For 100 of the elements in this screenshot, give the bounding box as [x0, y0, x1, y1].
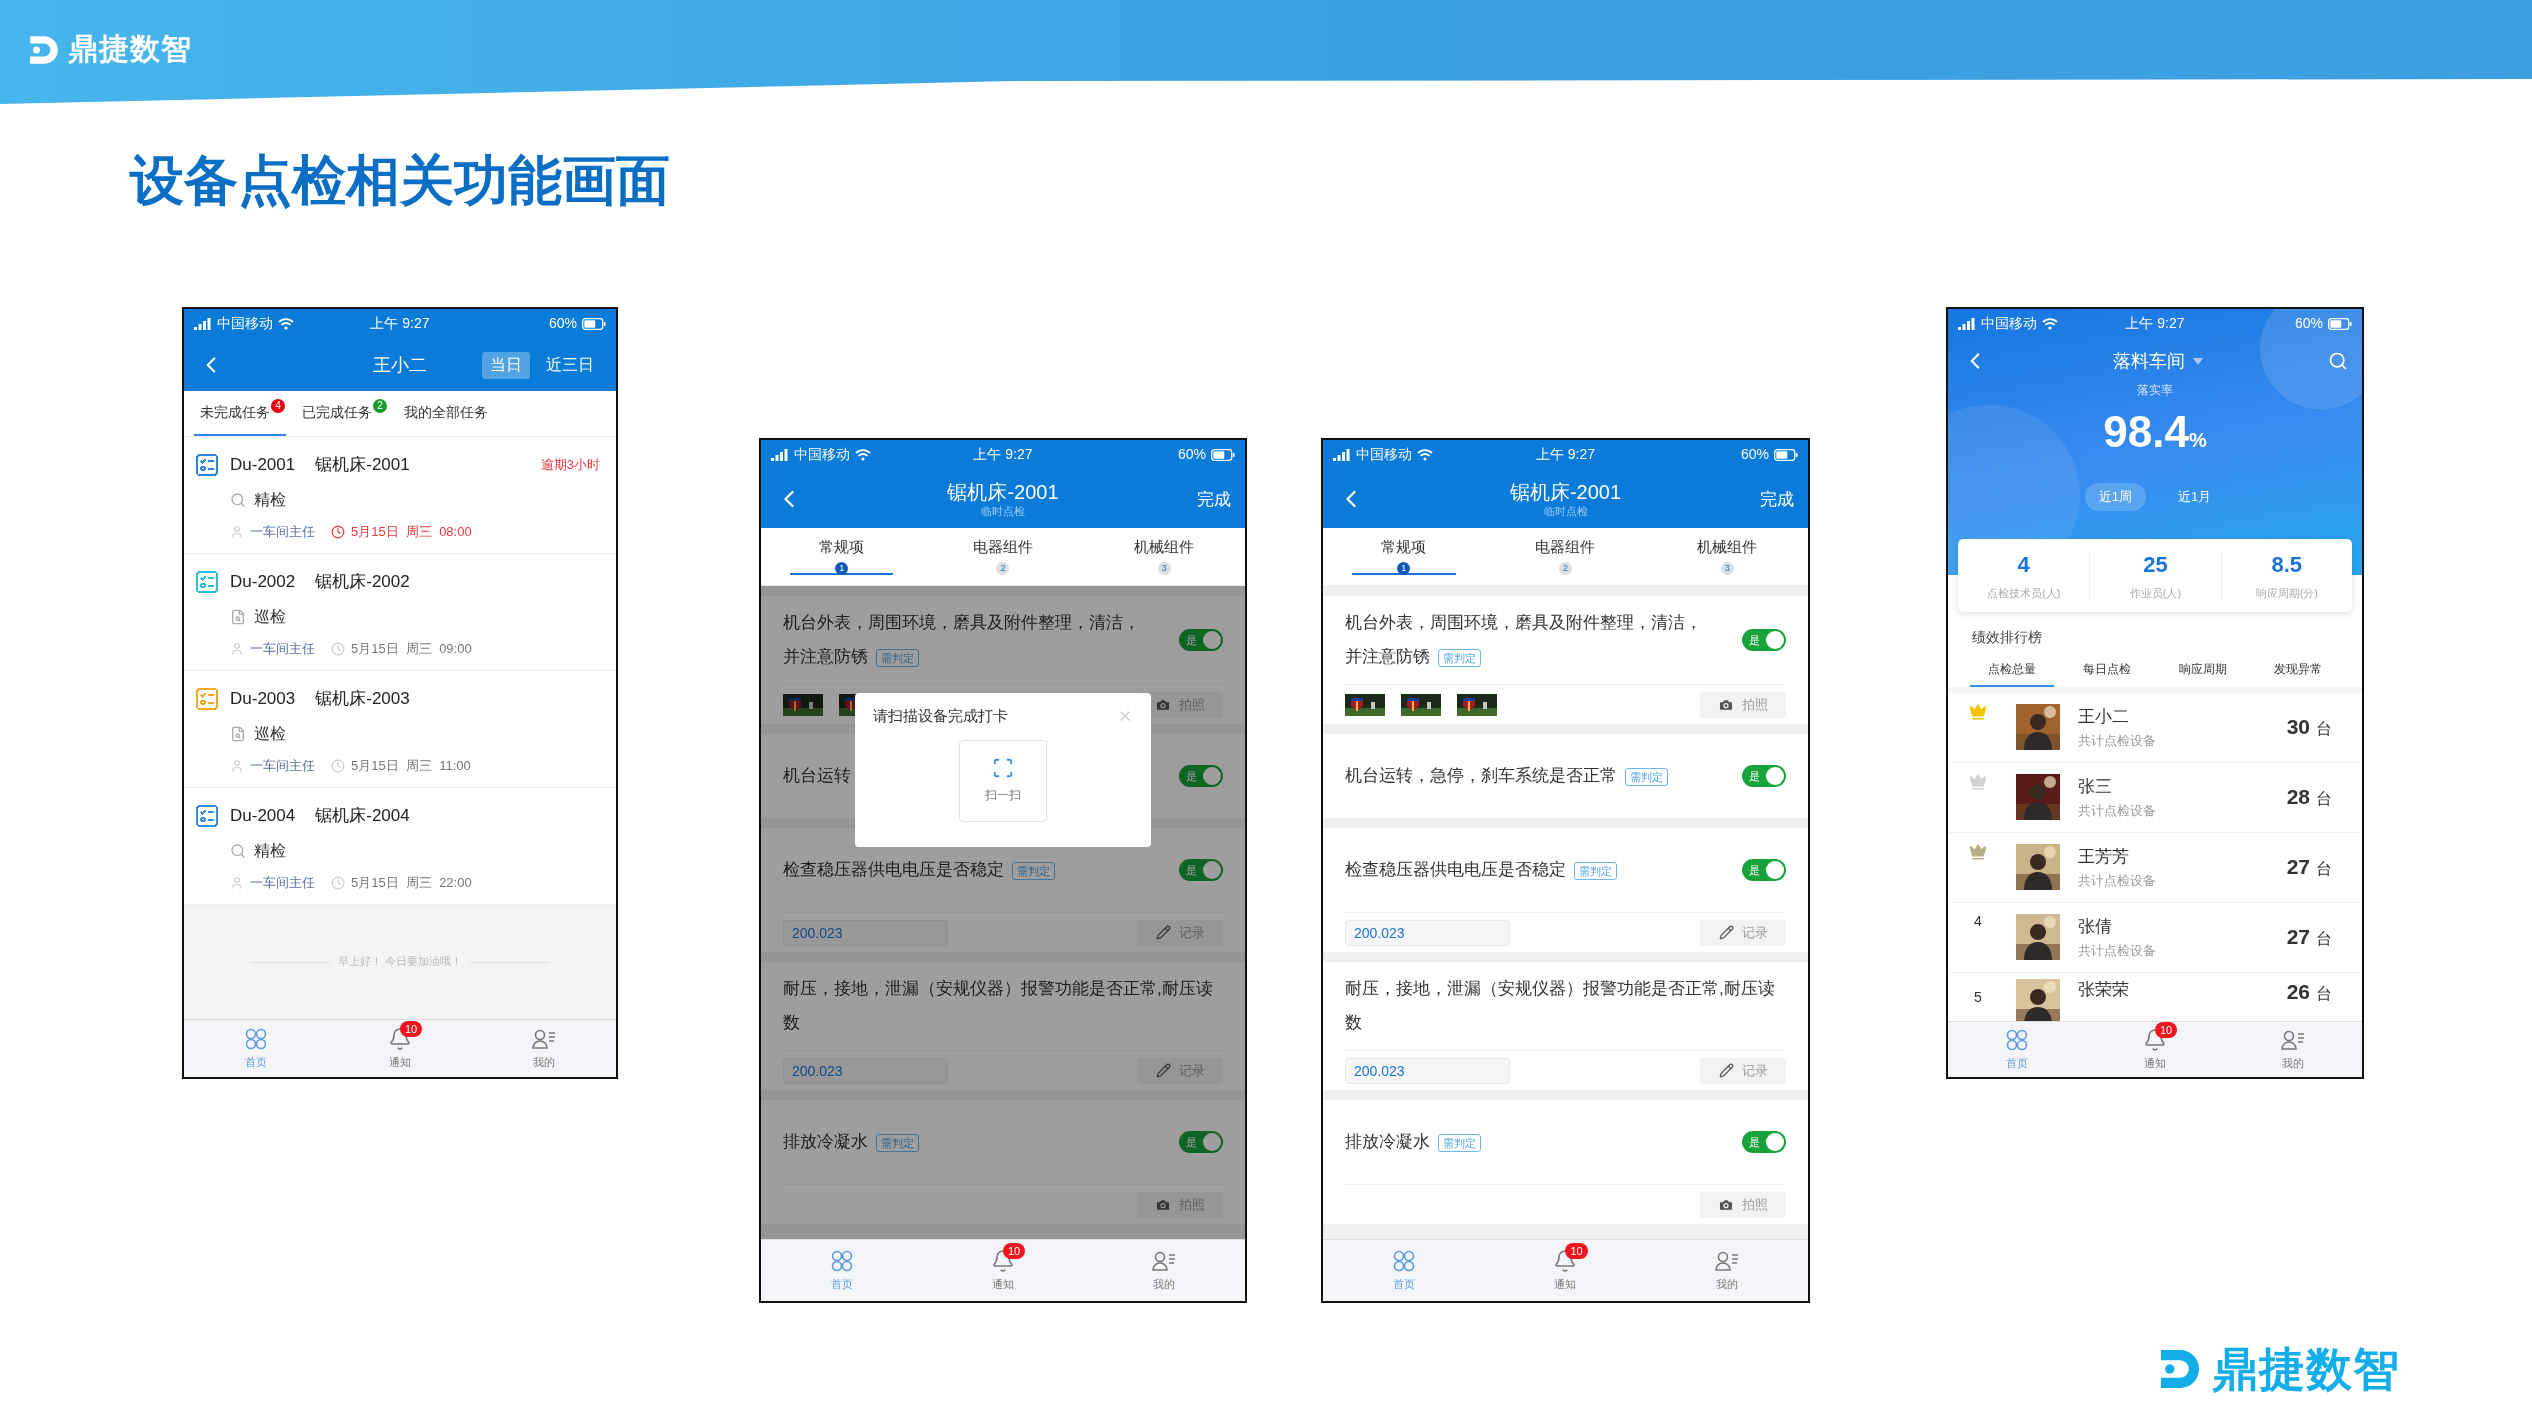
person-icon: [230, 875, 244, 890]
check-item-text: 检查稳压器供电电压是否稳定 需判定: [783, 853, 1055, 887]
check-item-text: 排放冷凝水 需判定: [783, 1125, 919, 1159]
tab-bar-item[interactable]: 我的: [472, 1020, 616, 1077]
inspection-type: 精检: [254, 840, 286, 861]
check-item-text: 排放冷凝水 需判定: [1345, 1125, 1481, 1159]
done-button[interactable]: 完成: [1760, 487, 1794, 511]
record-button[interactable]: 记录: [1700, 1057, 1786, 1084]
row-caption: 共计点检设备: [2078, 732, 2157, 749]
device-count: 30: [2286, 714, 2310, 741]
task-tab[interactable]: 已完成任务 2: [296, 391, 388, 436]
done-button[interactable]: 完成: [1197, 487, 1231, 511]
scan-button[interactable]: 扫一扫: [959, 739, 1047, 822]
reading-field[interactable]: 200.023: [783, 919, 948, 946]
inspection-type: 巡检: [254, 723, 286, 744]
profile-icon: [531, 1027, 557, 1051]
ranking-tab[interactable]: 每日点检: [2065, 654, 2149, 687]
search-button[interactable]: [2328, 351, 2348, 371]
check-item-text: 机台外表，周围环境，磨具及附件整理，清洁，并注意防锈 需判定: [1345, 612, 1703, 669]
battery-percent: 60%: [2294, 315, 2323, 333]
rate-value: 98.4: [2103, 406, 2189, 458]
count-unit: 台: [2316, 719, 2332, 740]
person-icon: [230, 524, 244, 539]
tab-bar-item[interactable]: 首页: [761, 1240, 923, 1301]
owner-name: 一车间主任: [250, 874, 315, 892]
machine-name: 锯机床-2001: [315, 454, 410, 476]
yes-toggle[interactable]: 是: [1179, 859, 1223, 881]
person-name: 张荣荣: [2078, 978, 2130, 1000]
ranking-tab[interactable]: 发现异常: [2256, 654, 2340, 687]
dropdown-icon[interactable]: [2193, 357, 2203, 365]
tab-bar-item[interactable]: 首页: [184, 1020, 328, 1077]
task-card[interactable]: Du-2003 锯机床-2003 巡检 一车间主任 5月15日 周三 11:00: [184, 671, 616, 788]
ranking-tab[interactable]: 响应周期: [2161, 654, 2245, 687]
home-icon: [1391, 1249, 1416, 1273]
pencil-icon: [1718, 1063, 1734, 1078]
step-tab[interactable]: 电器组件 2: [922, 528, 1084, 585]
tab-bar-item[interactable]: 首页: [1323, 1240, 1485, 1301]
clock-icon: [331, 524, 345, 539]
logo-icon: [28, 34, 60, 66]
wifi-icon: [2042, 318, 2058, 330]
device-count: 26: [2286, 978, 2310, 1005]
record-button[interactable]: 记录: [1700, 919, 1786, 946]
camera-icon: [1718, 696, 1734, 713]
logo-icon: [2158, 1347, 2202, 1391]
step-tab[interactable]: 机械组件 3: [1083, 528, 1245, 585]
yes-toggle[interactable]: 是: [1742, 1131, 1786, 1153]
period-tab[interactable]: 近1月: [2164, 483, 2226, 511]
reading-field[interactable]: 200.023: [783, 1057, 948, 1084]
clock-icon: [331, 641, 345, 656]
signal-icon: [1333, 449, 1351, 461]
photo-button[interactable]: 拍照: [1700, 1191, 1786, 1218]
signal-icon: [194, 318, 212, 330]
step-tab[interactable]: 电器组件 2: [1484, 528, 1647, 585]
notification-badge: 10: [400, 1021, 423, 1037]
tab-bar-item[interactable]: 我的: [1083, 1240, 1245, 1301]
tab-bar-item[interactable]: 10 通知: [328, 1020, 472, 1077]
section-title: 绩效排行榜: [1972, 629, 2042, 646]
period-tab[interactable]: 近1周: [2084, 483, 2146, 511]
wifi-icon: [855, 449, 871, 461]
battery-icon: [582, 318, 606, 330]
yes-toggle[interactable]: 是: [1742, 859, 1786, 881]
range-toggle[interactable]: 近三日: [538, 351, 602, 379]
tab-bar-item[interactable]: 10 通知: [1484, 1240, 1647, 1301]
tab-bar-item[interactable]: 我的: [1646, 1240, 1808, 1301]
tab-bar-item[interactable]: 10 通知: [922, 1240, 1084, 1301]
scan-icon: [992, 757, 1014, 780]
step-tab[interactable]: 常规项 1: [761, 528, 923, 585]
task-card[interactable]: Du-2002 锯机床-2002 巡检 一车间主任 5月15日 周三 09:00: [184, 554, 616, 671]
yes-toggle[interactable]: 是: [1742, 765, 1786, 787]
reading-field[interactable]: 200.023: [1345, 919, 1510, 946]
due-time: 5月15日 周三 09:00: [351, 640, 472, 658]
ranking-tab[interactable]: 点检总量: [1970, 654, 2054, 687]
tab-bar-item[interactable]: 我的: [2224, 1022, 2362, 1077]
task-code: Du-2001: [230, 454, 296, 476]
document-icon: [230, 608, 246, 625]
pencil-icon: [1155, 925, 1171, 940]
count-unit: 台: [2316, 859, 2332, 880]
task-tab[interactable]: 未完成任务 4: [194, 391, 286, 436]
clock-icon: [331, 758, 345, 773]
range-toggle[interactable]: 当日: [482, 351, 530, 379]
yes-toggle[interactable]: 是: [1179, 1131, 1223, 1153]
task-tab[interactable]: 我的全部任务: [398, 391, 504, 436]
step-tab[interactable]: 机械组件 3: [1646, 528, 1808, 585]
step-tab[interactable]: 常规项 1: [1323, 528, 1485, 585]
count-badge: 2: [373, 399, 387, 413]
profile-icon: [1714, 1249, 1741, 1273]
profile-icon: [2280, 1028, 2306, 1052]
yes-toggle[interactable]: 是: [1742, 629, 1786, 651]
tab-bar-item[interactable]: 10 通知: [2086, 1022, 2224, 1077]
home-icon: [244, 1027, 268, 1051]
photo-button[interactable]: 拍照: [1700, 691, 1786, 718]
tab-bar-item[interactable]: 首页: [1948, 1022, 2086, 1077]
yes-toggle[interactable]: 是: [1179, 629, 1223, 651]
yes-toggle[interactable]: 是: [1179, 765, 1223, 787]
search-icon: [230, 842, 246, 859]
task-card[interactable]: Du-2001 锯机床-2001 逾期3小时 精检 一车间主任 5月15日 周三 08:00: [184, 437, 616, 554]
page-title: 锯机床-2001: [947, 479, 1059, 505]
stat-value: 8.5: [2271, 551, 2303, 579]
reading-field[interactable]: 200.023: [1345, 1057, 1510, 1084]
person-icon: [230, 758, 244, 773]
